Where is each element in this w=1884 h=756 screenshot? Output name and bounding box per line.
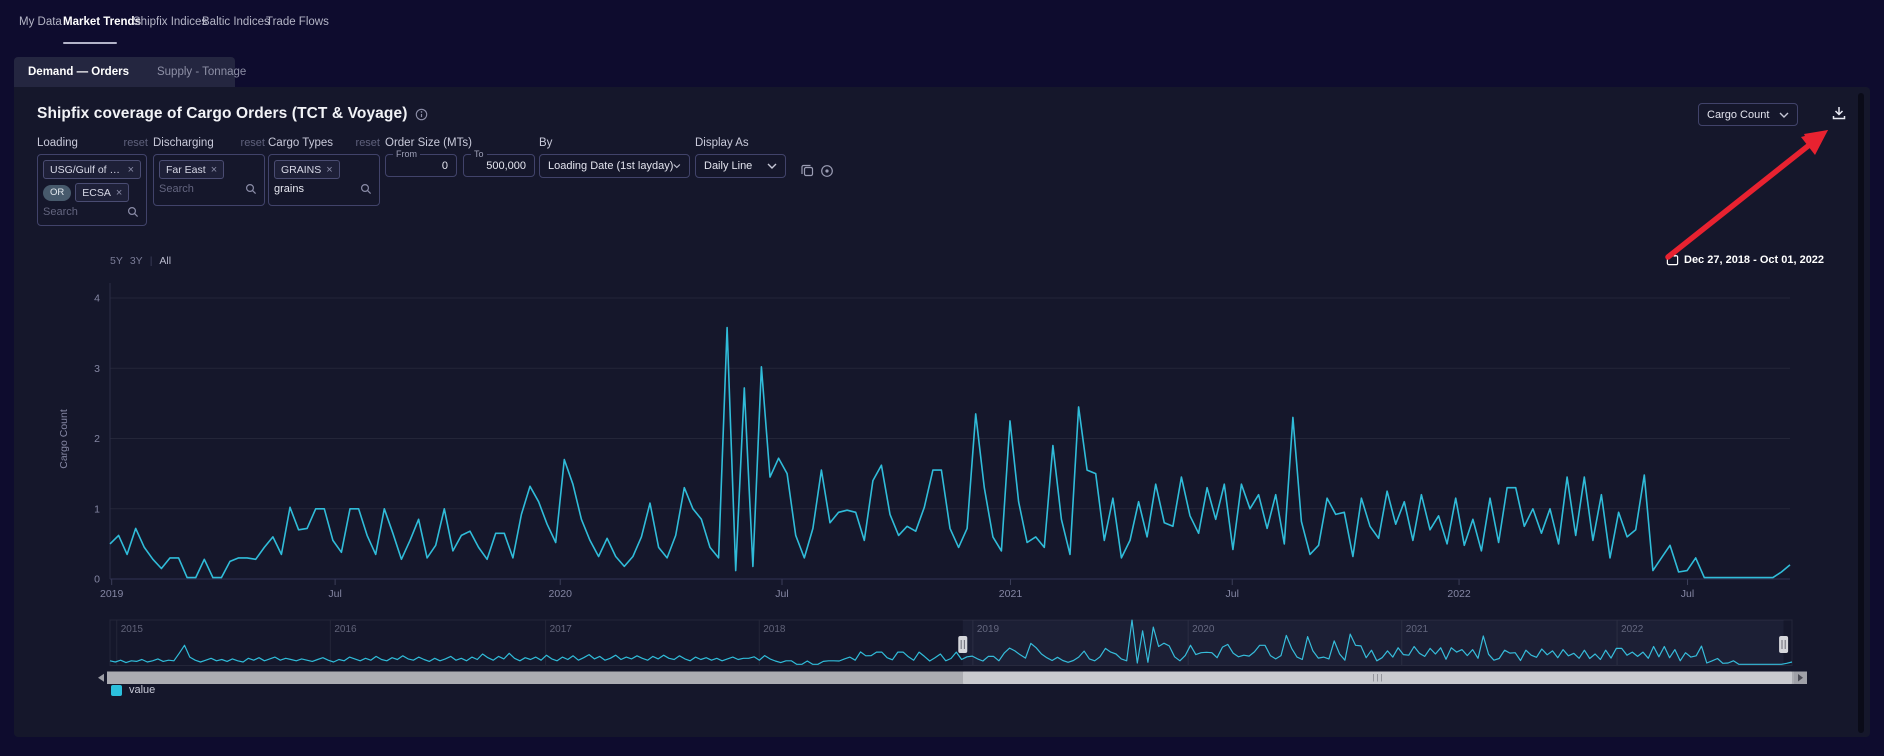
datazoom-right-handle[interactable] (1779, 636, 1788, 653)
nav-item-market-trends[interactable]: Market Trends (63, 16, 141, 28)
datazoom-left-handle[interactable] (958, 636, 967, 653)
legend-swatch (111, 685, 122, 696)
vertical-scrollbar[interactable] (1858, 93, 1864, 733)
y-tick-label: 2 (94, 433, 100, 445)
x-tick-label: Jul (1226, 588, 1239, 600)
nav-item-shipfix-indices[interactable]: Shipfix Indices (133, 16, 207, 28)
y-tick-label: 1 (94, 503, 100, 515)
nav-item-trade-flows[interactable]: Trade Flows (266, 16, 329, 28)
y-axis-title: Cargo Count (58, 409, 70, 469)
legend-item-value[interactable]: value (111, 684, 155, 696)
x-tick-label: 2022 (1447, 588, 1471, 600)
x-tick-label: 2019 (100, 588, 124, 600)
nav-item-my-data[interactable]: My Data (19, 16, 62, 28)
active-nav-underline (63, 42, 117, 44)
x-tick-label: Jul (1681, 588, 1694, 600)
y-tick-label: 0 (94, 574, 100, 586)
overview-year-label: 2017 (550, 624, 573, 635)
y-tick-label: 3 (94, 363, 100, 375)
y-tick-label: 4 (94, 293, 100, 305)
chart-canvas[interactable]: 0 1 2 3 4 Cargo Count 2019 Jul 2020 Jul 2021 Jul 202… (14, 87, 1870, 737)
overview-year-label: 2015 (121, 624, 144, 635)
x-tick-label: Jul (328, 588, 341, 600)
x-tick-label: Jul (775, 588, 788, 600)
main-chart-line (110, 328, 1790, 578)
overview-year-label: 2016 (334, 624, 357, 635)
chart-card: Shipfix coverage of Cargo Orders (TCT & … (14, 87, 1870, 737)
hscrollbar-left-arrow[interactable] (98, 674, 104, 682)
overview-year-label: 2018 (763, 624, 786, 635)
sub-tab-bar: Demand — Orders Supply - Tonnage (14, 57, 235, 87)
x-tick-label: 2020 (549, 588, 573, 600)
tab-demand-orders[interactable]: Demand — Orders (14, 66, 143, 78)
top-navigation: My Data Market Trends Shipfix Indices Ba… (0, 0, 1884, 44)
legend-label: value (129, 684, 155, 696)
tab-supply-tonnage[interactable]: Supply - Tonnage (143, 66, 260, 78)
datazoom-window[interactable] (963, 620, 1784, 666)
nav-item-baltic-indices[interactable]: Baltic Indices (202, 16, 270, 28)
x-tick-label: 2021 (999, 588, 1023, 600)
